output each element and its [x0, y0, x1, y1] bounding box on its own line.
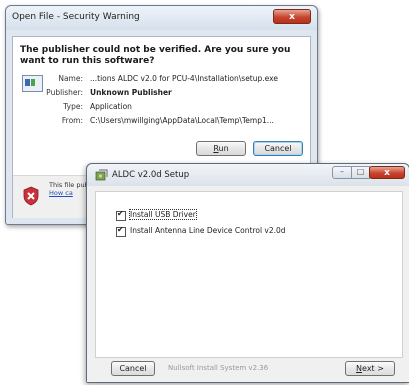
nullsoft-footer-text: Nullsoft Install System v2.36 [168, 364, 269, 372]
run-button[interactable]: Run [196, 141, 246, 156]
setup-window-title: ALDC v2.0d Setup [112, 170, 190, 180]
maximize-icon[interactable]: □ [351, 166, 370, 179]
setup-window-titlebar[interactable]: ALDC v2.0d Setup – □ x [87, 164, 409, 186]
security-question-text: The publisher could not be verified. Are… [20, 45, 291, 66]
setup-cancel-button[interactable]: Cancel [111, 361, 155, 376]
components-panel: Install USB Driver Install Antenna Line … [95, 191, 403, 358]
shield-warning-icon [23, 186, 39, 206]
publisher-value: Unknown Publisher [90, 88, 172, 97]
next-button[interactable]: Next > [345, 361, 395, 376]
from-label: From: [61, 116, 83, 125]
security-dialog-close-button[interactable]: x [273, 9, 311, 24]
from-value: C:\Users\mwillging\AppData\Local\Temp\Te… [90, 116, 274, 125]
setup-window-close-button[interactable]: x [369, 166, 405, 179]
setup-window-body: Install USB Driver Install Antenna Line … [87, 186, 409, 382]
security-dialog-title: Open File - Security Warning [12, 12, 140, 22]
type-label: Type: [63, 102, 83, 111]
usb-driver-label[interactable]: Install USB Driver [129, 209, 197, 220]
cancel-button[interactable]: Cancel [253, 141, 303, 156]
name-label: Name: [58, 74, 83, 83]
installer-icon [95, 169, 108, 181]
antenna-control-checkbox[interactable] [116, 225, 126, 237]
minimize-icon[interactable]: – [332, 166, 352, 179]
type-value: Application [90, 102, 132, 111]
antenna-control-label[interactable]: Install Antenna Line Device Control v2.0… [130, 226, 286, 235]
usb-driver-checkbox[interactable] [116, 209, 126, 221]
how-can-i-decide-link[interactable]: How ca [49, 189, 73, 197]
publisher-label: Publisher: [46, 88, 83, 97]
security-dialog-titlebar[interactable]: Open File - Security Warning x [6, 6, 317, 30]
name-value: ...tions ALDC v2.0 for PCU-4\Installatio… [90, 74, 278, 83]
setup-window: ALDC v2.0d Setup – □ x Install USB Drive… [86, 163, 409, 383]
